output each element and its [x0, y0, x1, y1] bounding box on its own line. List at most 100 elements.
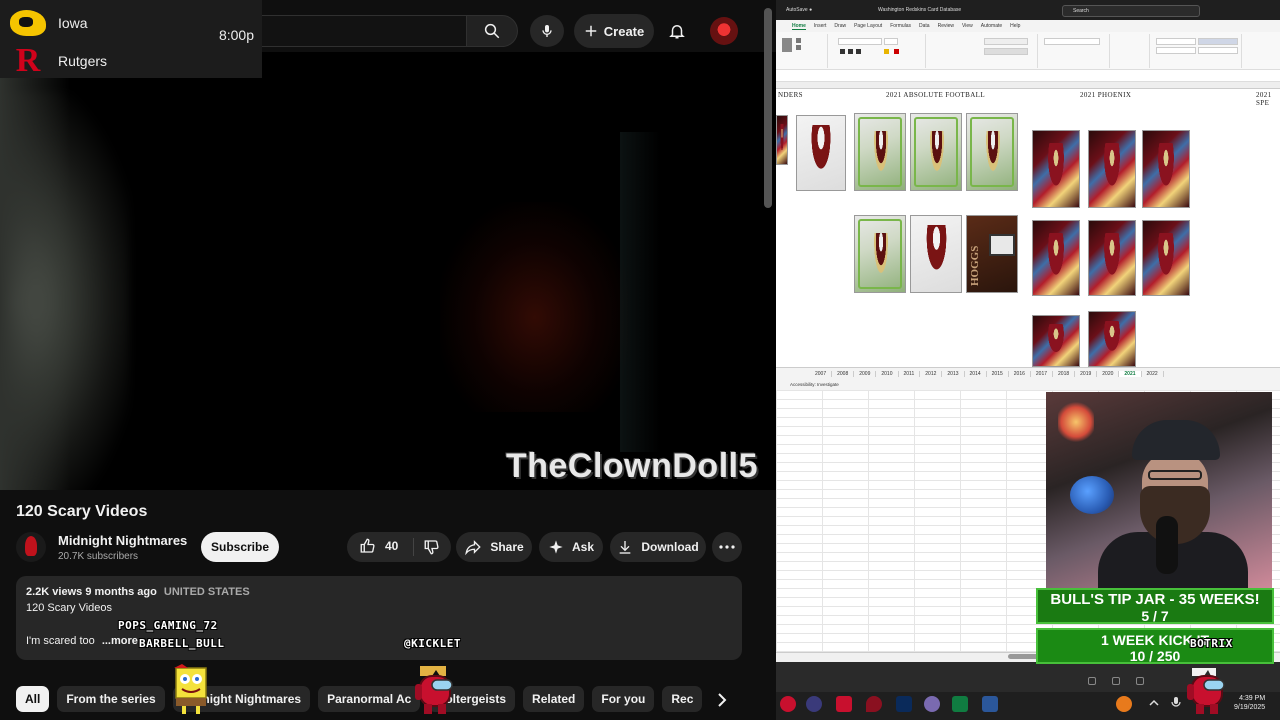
merge-center-button[interactable] [984, 48, 1028, 55]
app-orange-icon[interactable] [1116, 696, 1132, 712]
card-image[interactable] [1032, 130, 1080, 208]
sheet-tab-2015[interactable]: 2015 [987, 370, 1009, 377]
card-image[interactable] [854, 113, 906, 191]
show-more-link[interactable]: ...more [102, 635, 138, 647]
style-bad[interactable] [1198, 38, 1238, 45]
voice-search-button[interactable] [530, 15, 564, 47]
copy-icon[interactable] [796, 45, 801, 50]
sheet-tab-2014[interactable]: 2014 [965, 370, 987, 377]
chip-recent[interactable]: Rec [662, 686, 703, 712]
app-discord-icon[interactable] [806, 696, 822, 712]
microphone-icon[interactable] [1170, 696, 1182, 712]
page-scrollbar[interactable] [764, 8, 772, 208]
sheet-tab-2009[interactable]: 2009 [854, 370, 877, 377]
channel-name[interactable]: Midnight Nightmares [58, 533, 187, 548]
ribbon-tab-formulas[interactable]: Formulas [890, 23, 911, 29]
card-image[interactable] [854, 215, 906, 293]
chip-for-you[interactable]: For you [592, 686, 655, 712]
search-button[interactable] [466, 15, 518, 47]
card-image[interactable] [966, 113, 1018, 191]
card-image[interactable] [1088, 130, 1136, 208]
word-app-icon[interactable] [982, 696, 998, 712]
font-name-select[interactable] [838, 38, 882, 45]
search-input[interactable] [230, 15, 466, 47]
autosave-toggle[interactable]: AutoSave ● [786, 7, 812, 13]
card-image[interactable] [910, 113, 962, 191]
taskbar-clock[interactable]: 4:39 PM 9/19/2025 [1234, 694, 1265, 712]
card-image[interactable] [1032, 220, 1080, 296]
font-color-icon[interactable] [894, 49, 899, 54]
share-button[interactable]: Share [456, 532, 532, 562]
font-size-select[interactable] [884, 38, 898, 45]
sheet-tab-2007[interactable]: 2007 [810, 370, 833, 377]
wrap-text-button[interactable] [984, 38, 1028, 45]
card-image[interactable] [1032, 315, 1080, 367]
dislike-button[interactable] [423, 538, 441, 559]
sheet-tab-2019[interactable]: 2019 [1075, 370, 1098, 377]
page-break-icon[interactable] [1136, 677, 1144, 685]
app-star-icon[interactable] [836, 696, 852, 712]
excel-app-icon[interactable] [952, 696, 968, 712]
like-button[interactable]: 40 [359, 537, 398, 555]
app-red-icon[interactable] [780, 696, 796, 712]
sheet-tab-2016[interactable]: 2016 [1009, 370, 1031, 377]
app-obs-icon[interactable] [924, 696, 940, 712]
notifications-button[interactable] [664, 18, 690, 44]
style-neutral[interactable] [1156, 47, 1196, 54]
sheet-tab-2012[interactable]: 2012 [920, 370, 943, 377]
cut-icon[interactable] [796, 38, 801, 43]
spreadsheet-grid[interactable]: NDERS 2021 ABSOLUTE FOOTBALL 2021 PHOENI… [776, 89, 1280, 367]
ask-button[interactable]: Ask [539, 532, 603, 562]
italic-icon[interactable] [848, 49, 853, 54]
sheet-tab-2011[interactable]: 2011 [899, 370, 921, 377]
excel-search-input[interactable]: Search [1062, 5, 1200, 17]
more-actions-button[interactable] [712, 532, 742, 562]
chip-related[interactable]: Related [523, 686, 585, 712]
card-image[interactable] [1142, 220, 1190, 296]
number-format-select[interactable] [1044, 38, 1100, 45]
style-normal[interactable] [1156, 38, 1196, 45]
ribbon-tab-page-layout[interactable]: Page Layout [854, 23, 882, 29]
ribbon-tab-insert[interactable]: Insert [814, 23, 827, 29]
ribbon-tab-view[interactable]: View [962, 23, 973, 29]
ribbon-tab-draw[interactable]: Draw [834, 23, 846, 29]
sheet-tab-2013[interactable]: 2013 [942, 370, 965, 377]
chip-all[interactable]: All [16, 686, 50, 712]
ribbon-tab-help[interactable]: Help [1010, 23, 1020, 29]
page-layout-icon[interactable] [1112, 677, 1120, 685]
normal-view-icon[interactable] [1088, 677, 1096, 685]
subscribe-button[interactable]: Subscribe [201, 532, 279, 562]
style-calc[interactable] [1198, 47, 1238, 54]
bold-icon[interactable] [840, 49, 845, 54]
channel-avatar[interactable] [16, 532, 46, 562]
card-image[interactable] [1088, 220, 1136, 296]
chip-from-the-series[interactable]: From the series [57, 686, 165, 712]
sheet-tab-2010[interactable]: 2010 [876, 370, 899, 377]
card-image[interactable] [776, 115, 788, 165]
app-steam-icon[interactable] [896, 696, 912, 712]
card-image[interactable] [1142, 130, 1190, 208]
ribbon-tab-data[interactable]: Data [919, 23, 930, 29]
chip-paranormal[interactable]: Paranormal Ac [318, 686, 421, 712]
card-image[interactable] [796, 115, 846, 191]
chevron-up-icon[interactable] [1148, 696, 1160, 712]
sheet-tab-2020[interactable]: 2020 [1097, 370, 1120, 377]
sheet-tab-2017[interactable]: 2017 [1031, 370, 1054, 377]
ribbon-tab-home[interactable]: Home [792, 23, 806, 30]
card-image[interactable] [1088, 311, 1136, 367]
formula-bar[interactable] [776, 70, 1280, 82]
ribbon-tab-automate[interactable]: Automate [981, 23, 1002, 29]
create-button[interactable]: Create [574, 14, 654, 48]
sheet-tab-2008[interactable]: 2008 [832, 370, 855, 377]
card-image[interactable] [966, 215, 1018, 293]
account-avatar[interactable] [710, 17, 738, 45]
description-box[interactable]: 2.2K views 9 months ago UNITED STATES 12… [16, 576, 742, 660]
download-button[interactable]: Download [610, 532, 706, 562]
app-drop-icon[interactable] [866, 696, 882, 712]
paste-icon[interactable] [782, 38, 792, 52]
ribbon-tab-review[interactable]: Review [938, 23, 954, 29]
sheet-tab-2018[interactable]: 2018 [1053, 370, 1076, 377]
video-player[interactable]: TheClownDoll5 [0, 52, 776, 490]
sheet-tab-2022[interactable]: 2022 [1142, 370, 1164, 377]
fill-color-icon[interactable] [884, 49, 889, 54]
